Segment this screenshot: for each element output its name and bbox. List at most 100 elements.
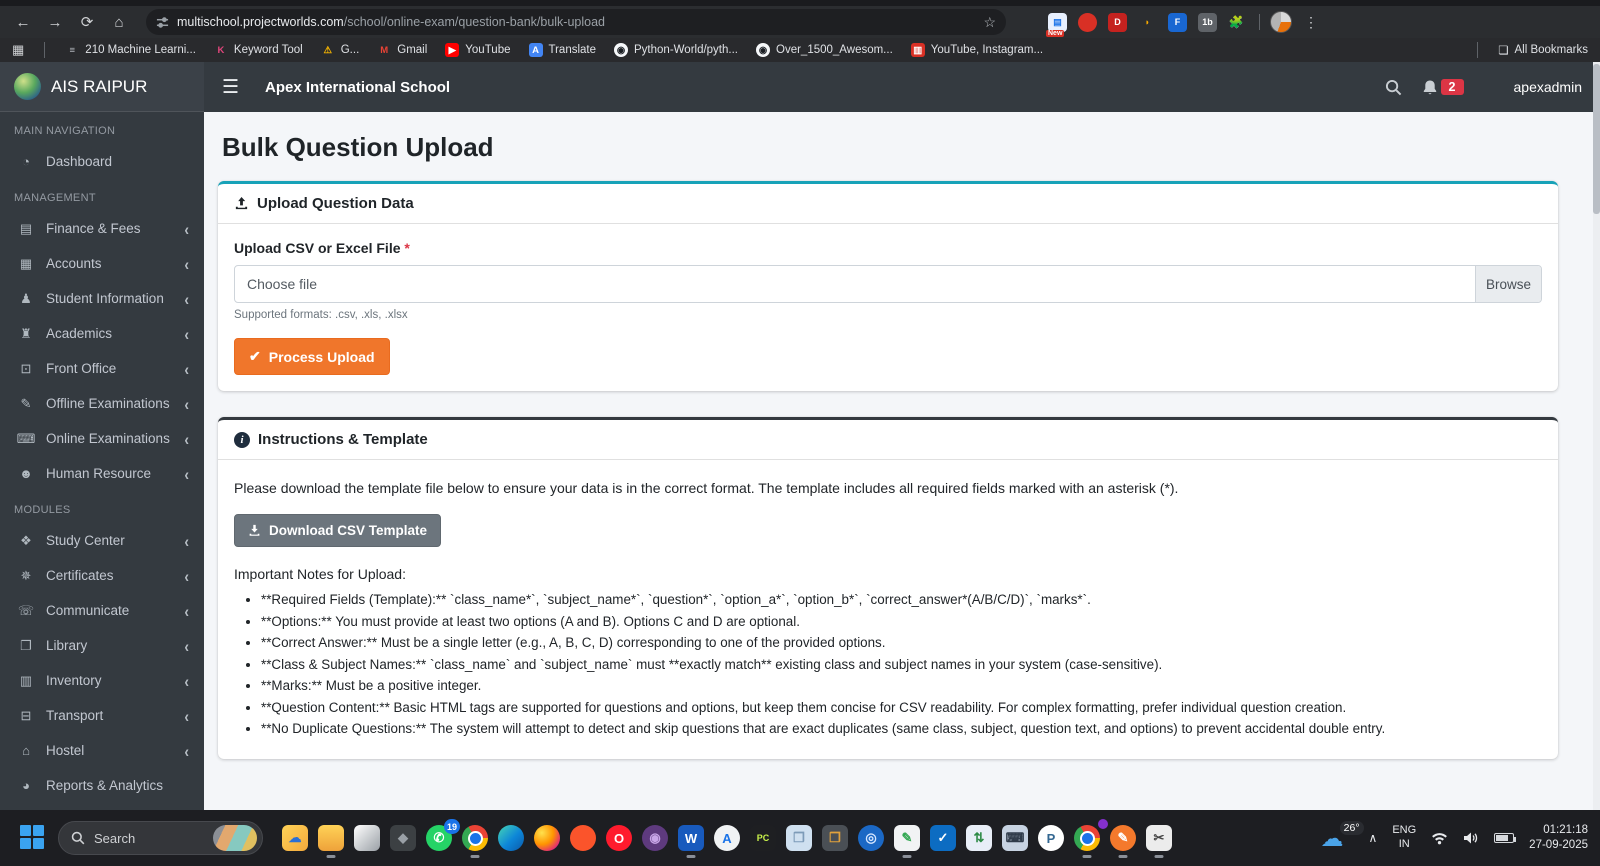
taskbar-app-word[interactable]: W: [678, 825, 704, 858]
taskbar-app-snipping-tool[interactable]: ✂: [1146, 825, 1172, 858]
taskbar-app-tor-browser[interactable]: ◉: [642, 825, 668, 851]
taskbar-app-onedrive-folder[interactable]: ☁: [282, 825, 308, 851]
taskbar-app-blue-disc-app[interactable]: ◎: [858, 825, 884, 851]
browse-button[interactable]: Browse: [1475, 266, 1541, 302]
reload-icon[interactable]: ⟳: [74, 9, 100, 35]
weather-widget[interactable]: ☁ 26°: [1321, 820, 1364, 852]
bookmark-youtube[interactable]: ▶ YouTube: [445, 43, 511, 57]
bookmark-keyword-tool[interactable]: K Keyword Tool: [214, 43, 302, 57]
notes-title: Important Notes for Upload:: [234, 566, 406, 582]
ext-d-downloader[interactable]: D: [1108, 12, 1127, 32]
sidebar-item-student-information[interactable]: ♟ Student Information ‹: [0, 281, 204, 316]
sidebar-item-online-examinations[interactable]: ⌨ Online Examinations ‹: [0, 421, 204, 456]
upload-icon: [234, 196, 249, 211]
home-icon[interactable]: ⌂: [106, 9, 132, 35]
upload-card-title: Upload Question Data: [257, 195, 414, 212]
bookmark-youtube-instagram[interactable]: ▥ YouTube, Instagram...: [910, 43, 1043, 57]
browser-menu-icon[interactable]: ⋮: [1298, 9, 1324, 35]
bookmark-gmail[interactable]: M Gmail: [377, 43, 427, 57]
sidebar-item-label: Inventory: [46, 673, 102, 688]
user-menu[interactable]: apexadmin: [1514, 79, 1583, 95]
bookmark-over-1500-awesome[interactable]: ◉ Over_1500_Awesom...: [756, 43, 893, 57]
back-icon[interactable]: ←: [10, 9, 36, 35]
taskbar-search[interactable]: Search: [58, 821, 263, 855]
extensions-puzzle-icon[interactable]: 🧩: [1223, 9, 1249, 35]
bookmark-g[interactable]: ⚠ G...: [321, 43, 359, 57]
sidebar-item-academics[interactable]: ♜ Academics ‹: [0, 316, 204, 351]
taskbar-app-opera[interactable]: O: [606, 825, 632, 851]
ext-red-circle[interactable]: [1078, 12, 1097, 32]
taskbar-app-whatsapp[interactable]: ✆ 19: [426, 819, 460, 851]
taskbar-search-placeholder: Search: [94, 830, 136, 846]
chevron-left-icon: ‹: [184, 600, 189, 621]
ext-f-video[interactable]: F: [1168, 12, 1187, 32]
ext-idm[interactable]: ◗: [1138, 13, 1157, 32]
taskbar-app-photos-app[interactable]: [354, 825, 380, 851]
wifi-icon[interactable]: [1431, 832, 1448, 845]
bookmark-star-icon[interactable]: ☆: [983, 14, 996, 31]
taskbar-app-cube-viewer[interactable]: ❒: [786, 825, 812, 851]
sidebar-item-human-resource[interactable]: ☻ Human Resource ‹: [0, 456, 204, 491]
download-csv-template-button[interactable]: Download CSV Template: [234, 514, 442, 547]
bookmark-gmail-label: Gmail: [397, 44, 428, 56]
sidebar-item-study-center[interactable]: ❖ Study Center ‹: [0, 523, 204, 558]
sidebar-item-finance-fees[interactable]: ▤ Finance & Fees ‹: [0, 211, 204, 246]
notifications-button[interactable]: 2: [1422, 79, 1464, 96]
bookmark-python-world[interactable]: ◉ Python-World/pyth...: [614, 43, 738, 57]
clock[interactable]: 01:21:18 27-09-2025: [1529, 823, 1588, 853]
taskbar-app-cube-dark[interactable]: ❒: [822, 825, 848, 851]
taskbar-app-remote-pc[interactable]: ⌨: [1002, 825, 1028, 851]
scrollbar-thumb[interactable]: [1593, 64, 1600, 214]
chevron-left-icon: ‹: [184, 670, 189, 691]
apps-grid-icon[interactable]: ▦: [12, 42, 24, 58]
sidebar-item-front-office[interactable]: ⊡ Front Office ‹: [0, 351, 204, 386]
taskbar-app-file-explorer[interactable]: [318, 825, 344, 858]
taskbar-app-lock-sync[interactable]: ⇅: [966, 825, 992, 851]
language-indicator[interactable]: ENG IN: [1392, 824, 1416, 852]
taskbar-app-chrome-dev[interactable]: [1074, 819, 1108, 858]
taskbar-app-notes-app[interactable]: ✎: [894, 825, 920, 858]
bell-icon: [1422, 79, 1438, 96]
page-scrollbar[interactable]: [1593, 62, 1600, 810]
taskbar-app-chrome[interactable]: [462, 825, 488, 858]
start-button[interactable]: [20, 825, 46, 851]
sidebar-item-reports-analytics[interactable]: ◕ Reports & Analytics: [0, 768, 204, 803]
forward-icon[interactable]: →: [42, 9, 68, 35]
taskbar-app-firefox[interactable]: [534, 825, 560, 851]
site-settings-icon[interactable]: [156, 16, 169, 29]
sidebar-item-library[interactable]: ❐ Library ‹: [0, 628, 204, 663]
hamburger-menu-icon[interactable]: ☰: [222, 76, 239, 99]
battery-icon[interactable]: [1494, 833, 1517, 843]
taskbar-app-pycharm[interactable]: PC: [750, 825, 776, 851]
tray-expand-icon[interactable]: ∧: [1369, 831, 1378, 845]
process-upload-button[interactable]: ✔ Process Upload: [234, 338, 390, 375]
taskbar-app-edge[interactable]: [498, 825, 524, 851]
instructions-intro: Please download the template file below …: [234, 480, 1179, 496]
taskbar-app-pen-app[interactable]: ✎: [1110, 825, 1136, 858]
sidebar-item-offline-examinations[interactable]: ✎ Offline Examinations ‹: [0, 386, 204, 421]
sidebar-brand[interactable]: AIS RAIPUR: [0, 62, 204, 112]
ext-new-tool[interactable]: ▤ New: [1046, 12, 1067, 37]
sidebar-item-dashboard[interactable]: ◔ Dashboard: [0, 144, 204, 179]
search-highlight-image[interactable]: [213, 825, 257, 851]
taskbar-app-brave[interactable]: [570, 825, 596, 851]
sidebar-item-certificates[interactable]: ✵ Certificates ‹: [0, 558, 204, 593]
sidebar-item-inventory[interactable]: ▥ Inventory ‹: [0, 663, 204, 698]
taskbar-app-dark-hex-app[interactable]: ◆: [390, 825, 416, 851]
taskbar-app-postgresql[interactable]: P: [1038, 825, 1064, 851]
taskbar-app-app-store-a[interactable]: A: [714, 825, 740, 851]
sidebar-item-accounts[interactable]: ▦ Accounts ‹: [0, 246, 204, 281]
file-input[interactable]: Choose file Browse: [234, 265, 1542, 303]
address-bar[interactable]: multischool.projectworlds.com/school/onl…: [146, 9, 1006, 35]
all-bookmarks-button[interactable]: ❏ All Bookmarks: [1498, 43, 1588, 57]
ext-1b-grey[interactable]: 1b: [1198, 12, 1217, 32]
sidebar-item-transport[interactable]: ⊟ Transport ‹: [0, 698, 204, 733]
volume-icon[interactable]: [1463, 831, 1479, 845]
search-icon[interactable]: [1385, 79, 1402, 96]
sidebar-item-communicate[interactable]: ☏ Communicate ‹: [0, 593, 204, 628]
profile-avatar[interactable]: [1270, 11, 1292, 33]
bookmark-translate[interactable]: A Translate: [528, 43, 596, 57]
taskbar-app-vscode[interactable]: ✓: [930, 825, 956, 851]
bookmark-210-machine-learning[interactable]: ≡ 210 Machine Learni...: [65, 43, 196, 57]
sidebar-item-hostel[interactable]: ⌂ Hostel ‹: [0, 733, 204, 768]
